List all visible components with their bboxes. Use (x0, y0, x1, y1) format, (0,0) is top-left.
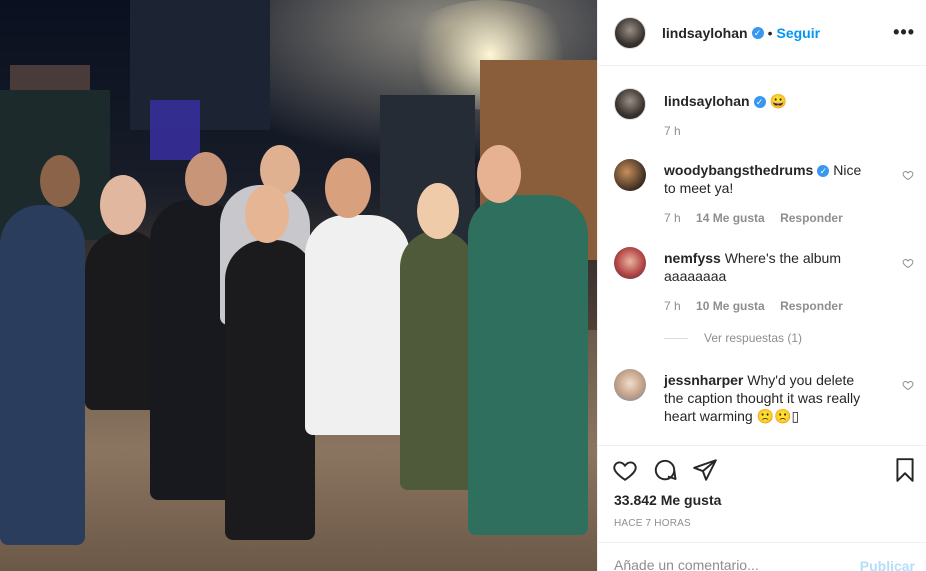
author-avatar[interactable] (614, 88, 646, 120)
caption-meta: 7 h (664, 124, 693, 138)
commenter-username[interactable]: jessnharper (664, 372, 743, 388)
comment-text: woodybangsthedrums ✓ Nice to meet ya! (664, 161, 876, 197)
post-timestamp[interactable]: Hace 7 horas (614, 518, 691, 529)
post-photo[interactable] (0, 0, 597, 571)
comment-icon[interactable] (652, 457, 678, 483)
person (400, 230, 475, 490)
share-icon[interactable] (692, 457, 718, 483)
comment-row: nemfyss Where's the album aaaaaaaa 7 h 1… (614, 247, 914, 317)
comment-text: nemfyss Where's the album aaaaaaaa (664, 249, 876, 285)
person (0, 205, 85, 545)
person-head (417, 183, 459, 239)
view-replies-button[interactable]: Ver respuestas (1) (664, 331, 802, 345)
person (468, 195, 588, 535)
comment-input[interactable] (614, 557, 844, 571)
comment-likes[interactable]: 10 Me gusta (696, 299, 765, 313)
person-head (40, 155, 80, 207)
author-avatar[interactable] (614, 16, 646, 49)
bookmark-icon[interactable] (892, 457, 918, 483)
comment-like-heart-icon[interactable] (902, 379, 914, 391)
caption-text: lindsaylohan ✓ 😀 (664, 92, 876, 110)
comment-likes[interactable]: 14 Me gusta (696, 211, 765, 225)
comment-text: jessnharper Why'd you delete the caption… (664, 371, 876, 425)
verified-badge-icon: ✓ (817, 165, 830, 178)
caption-row: lindsaylohan ✓ 😀 7 h (614, 88, 914, 148)
comment-like-heart-icon[interactable] (902, 169, 914, 181)
person-head (477, 145, 521, 203)
comment-meta: 7 h 10 Me gusta Responder (664, 299, 843, 313)
person-head (185, 152, 227, 206)
commenter-avatar[interactable] (614, 369, 646, 401)
person-head (325, 158, 371, 218)
follow-button[interactable]: Seguir (776, 25, 820, 41)
verified-badge-icon: ✓ (751, 26, 764, 39)
more-options-icon[interactable]: ••• (893, 22, 915, 43)
view-replies-label[interactable]: Ver respuestas (1) (704, 331, 802, 345)
verified-badge-icon: ✓ (753, 96, 766, 109)
comment-time[interactable]: 7 h (664, 211, 681, 225)
likes-count[interactable]: 33.842 Me gusta (614, 492, 721, 508)
heart-icon[interactable] (612, 457, 638, 483)
commenter-username[interactable]: nemfyss (664, 250, 721, 266)
person (225, 240, 315, 540)
reply-button[interactable]: Responder (780, 299, 843, 313)
post-actions: 33.842 Me gusta Hace 7 horas Publicar (598, 445, 926, 571)
caption-username[interactable]: lindsaylohan (664, 93, 750, 109)
commenter-username[interactable]: woodybangsthedrums (664, 162, 813, 178)
reply-button[interactable]: Responder (780, 211, 843, 225)
comment-row: jessnharper Why'd you delete the caption… (614, 369, 914, 439)
caption-time[interactable]: 7 h (664, 124, 681, 138)
post-header: lindsaylohan ✓ • Seguir ••• (598, 0, 926, 66)
commenter-avatar[interactable] (614, 247, 646, 279)
author-line: lindsaylohan ✓ • Seguir (662, 25, 820, 41)
author-username[interactable]: lindsaylohan (662, 25, 748, 41)
replies-divider (664, 337, 688, 339)
caption-emoji: 😀 (769, 93, 787, 109)
publish-button[interactable]: Publicar (860, 558, 915, 571)
comment-meta: 7 h 14 Me gusta Responder (664, 211, 843, 225)
add-comment-bar: Publicar (598, 542, 926, 571)
post-sidebar: lindsaylohan ✓ • Seguir ••• lindsaylohan… (597, 0, 926, 571)
blue-lit-building (150, 100, 200, 160)
comment-like-heart-icon[interactable] (902, 257, 914, 269)
person (305, 215, 410, 435)
comment-time[interactable]: 7 h (664, 299, 681, 313)
commenter-avatar[interactable] (614, 159, 646, 191)
comment-row: woodybangsthedrums ✓ Nice to meet ya! 7 h… (614, 159, 914, 229)
separator-dot: • (767, 24, 773, 41)
person-head (100, 175, 146, 235)
person-head (245, 185, 289, 243)
comments-list[interactable]: lindsaylohan ✓ 😀 7 h woodybangsthedrums ✓ … (598, 67, 926, 445)
